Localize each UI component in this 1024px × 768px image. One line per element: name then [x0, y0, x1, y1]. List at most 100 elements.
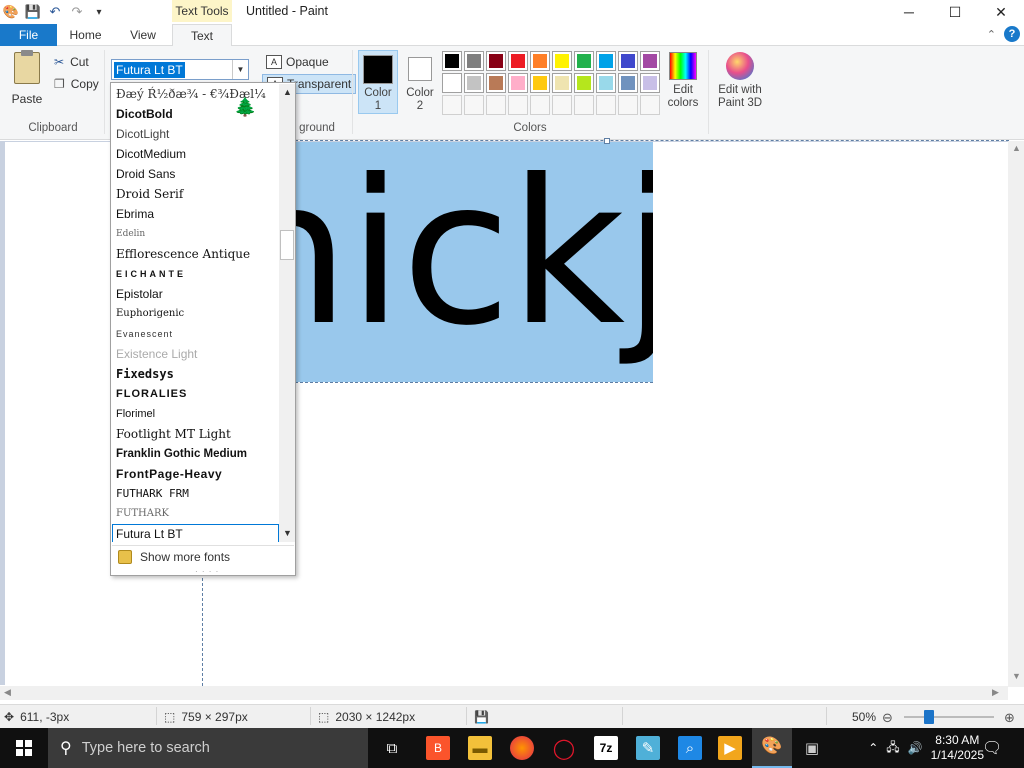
custom-color-slot[interactable] — [464, 95, 484, 115]
clock[interactable]: 8:30 AM 1/14/2025 — [931, 733, 984, 763]
font-list-item[interactable]: DicotMedium — [112, 144, 279, 164]
scroll-up-icon[interactable]: ▲ — [1012, 143, 1021, 153]
paint-app-icon[interactable]: 🎨 — [2, 3, 20, 21]
palette-color[interactable] — [618, 73, 638, 93]
close-button[interactable]: ✕ — [978, 0, 1024, 24]
zoom-out-icon[interactable]: ⊖ — [882, 710, 893, 726]
paint-taskbar-button[interactable]: 🎨 — [752, 728, 792, 768]
save-icon[interactable]: 💾 — [24, 3, 42, 21]
custom-color-slot[interactable] — [552, 95, 572, 115]
zoom-slider[interactable] — [904, 716, 994, 718]
palette-color[interactable] — [464, 51, 484, 71]
font-list-item[interactable]: Euphorigenic — [112, 304, 279, 324]
scrollbar-thumb[interactable] — [280, 230, 294, 260]
palette-color[interactable] — [486, 73, 506, 93]
scroll-down-icon[interactable]: ▼ — [1012, 671, 1021, 681]
tab-file[interactable]: File — [0, 24, 57, 46]
chevron-down-icon[interactable]: ▼ — [232, 60, 248, 79]
minimize-button[interactable]: ─ — [886, 0, 932, 24]
palette-color[interactable] — [530, 51, 550, 71]
font-list-item[interactable]: EICHANTE — [112, 264, 279, 284]
palette-color[interactable] — [596, 51, 616, 71]
opera-icon[interactable]: ◯ — [552, 736, 576, 760]
palette-color[interactable] — [574, 73, 594, 93]
scroll-up-icon[interactable]: ▲ — [283, 87, 292, 97]
custom-color-slot[interactable] — [640, 95, 660, 115]
font-family-value[interactable]: Futura Lt BT — [114, 61, 185, 78]
font-family-combobox[interactable]: Futura Lt BT ▼ — [111, 59, 249, 80]
file-explorer-icon[interactable]: ▬ — [468, 736, 492, 760]
edit-with-paint-3d-button[interactable]: Edit with Paint 3D — [714, 52, 766, 110]
font-list-item[interactable]: FLORALIES — [112, 384, 279, 404]
scroll-down-icon[interactable]: ▼ — [283, 528, 292, 538]
font-list-item[interactable]: Efflorescence Antique — [112, 244, 279, 264]
font-list-item[interactable]: Futura Lt BT — [112, 524, 279, 542]
custom-color-slot[interactable] — [530, 95, 550, 115]
7zip-icon[interactable]: 7z — [594, 736, 618, 760]
paste-button[interactable]: Paste — [6, 50, 48, 112]
tab-text[interactable]: Text — [172, 24, 232, 47]
media-player-icon[interactable]: ▶ — [718, 736, 742, 760]
opaque-button[interactable]: A Opaque — [262, 52, 333, 72]
palette-color[interactable] — [640, 51, 660, 71]
scroll-left-icon[interactable]: ◀ — [4, 687, 11, 698]
color-1-button[interactable]: Color 1 — [358, 50, 398, 114]
task-view-icon[interactable]: ⧉ — [380, 736, 404, 760]
font-list-item[interactable]: Existence Light — [112, 344, 279, 364]
notepad-icon[interactable]: ✎ — [636, 736, 660, 760]
custom-color-slot[interactable] — [442, 95, 462, 115]
custom-color-slot[interactable] — [508, 95, 528, 115]
font-list-item[interactable]: FrontPage-Heavy — [112, 464, 279, 484]
canvas-text-content[interactable]: nickjr — [295, 142, 653, 374]
palette-color[interactable] — [574, 51, 594, 71]
copy-button[interactable]: ❐ Copy — [54, 74, 99, 94]
palette-color[interactable] — [442, 51, 462, 71]
palette-color[interactable] — [618, 51, 638, 71]
firefox-icon[interactable] — [510, 736, 534, 760]
undo-icon[interactable]: ↶ — [46, 3, 64, 21]
notification-icon[interactable]: 🗨 — [982, 738, 1002, 758]
custom-color-slot[interactable] — [486, 95, 506, 115]
palette-color[interactable] — [508, 51, 528, 71]
font-list-scrollbar[interactable]: ▲ ▼ — [279, 84, 295, 542]
font-list-item[interactable]: FUTHARK — [112, 504, 279, 524]
collapse-ribbon-icon[interactable]: ⌃ — [987, 28, 996, 41]
palette-color[interactable] — [552, 51, 572, 71]
palette-color[interactable] — [464, 73, 484, 93]
palette-color[interactable] — [640, 73, 660, 93]
resize-handle[interactable] — [604, 138, 610, 144]
font-list-item[interactable]: Florimel — [112, 404, 279, 424]
palette-color[interactable] — [596, 73, 616, 93]
scroll-right-icon[interactable]: ▶ — [992, 687, 999, 698]
taskbar-search[interactable]: ⚲ Type here to search — [48, 728, 368, 768]
palette-color[interactable] — [552, 73, 572, 93]
font-list-item[interactable]: Droid Serif — [112, 184, 279, 204]
help-icon[interactable]: ? — [1004, 26, 1020, 42]
maximize-button[interactable]: ☐ — [932, 0, 978, 24]
font-list-item[interactable]: Ebrima — [112, 204, 279, 224]
font-list-item[interactable]: Footlight MT Light — [112, 424, 279, 444]
palette-color[interactable] — [486, 51, 506, 71]
show-more-fonts-button[interactable]: Show more fonts — [112, 545, 294, 567]
font-list-item[interactable]: Edelin — [112, 224, 279, 244]
resize-grip-icon[interactable]: · · · · — [195, 567, 219, 576]
brave-browser-icon[interactable]: B — [426, 736, 450, 760]
cut-button[interactable]: ✂ Cut — [54, 52, 89, 72]
magnifier-icon[interactable]: ⌕ — [678, 736, 702, 760]
redo-icon[interactable]: ↷ — [68, 3, 86, 21]
custom-color-slot[interactable] — [618, 95, 638, 115]
font-list-item[interactable]: FUTHARK FRM — [112, 484, 279, 504]
zoom-in-icon[interactable]: ⊕ — [1004, 710, 1015, 726]
window-app-icon[interactable]: ▣ — [800, 736, 824, 760]
tray-chevron-icon[interactable]: ⌃ — [868, 741, 878, 755]
tab-view[interactable]: View — [114, 24, 172, 46]
horizontal-scrollbar[interactable]: ◀ ▶ — [0, 686, 1008, 700]
palette-color[interactable] — [442, 73, 462, 93]
vertical-scrollbar[interactable]: ▲ ▼ — [1008, 141, 1024, 687]
start-button[interactable] — [0, 728, 48, 768]
font-list-item[interactable]: Franklin Gothic Medium — [112, 444, 279, 464]
custom-color-slot[interactable] — [596, 95, 616, 115]
font-list-item[interactable]: Evanescent — [112, 324, 279, 344]
font-list-item[interactable]: Droid Sans — [112, 164, 279, 184]
palette-color[interactable] — [508, 73, 528, 93]
